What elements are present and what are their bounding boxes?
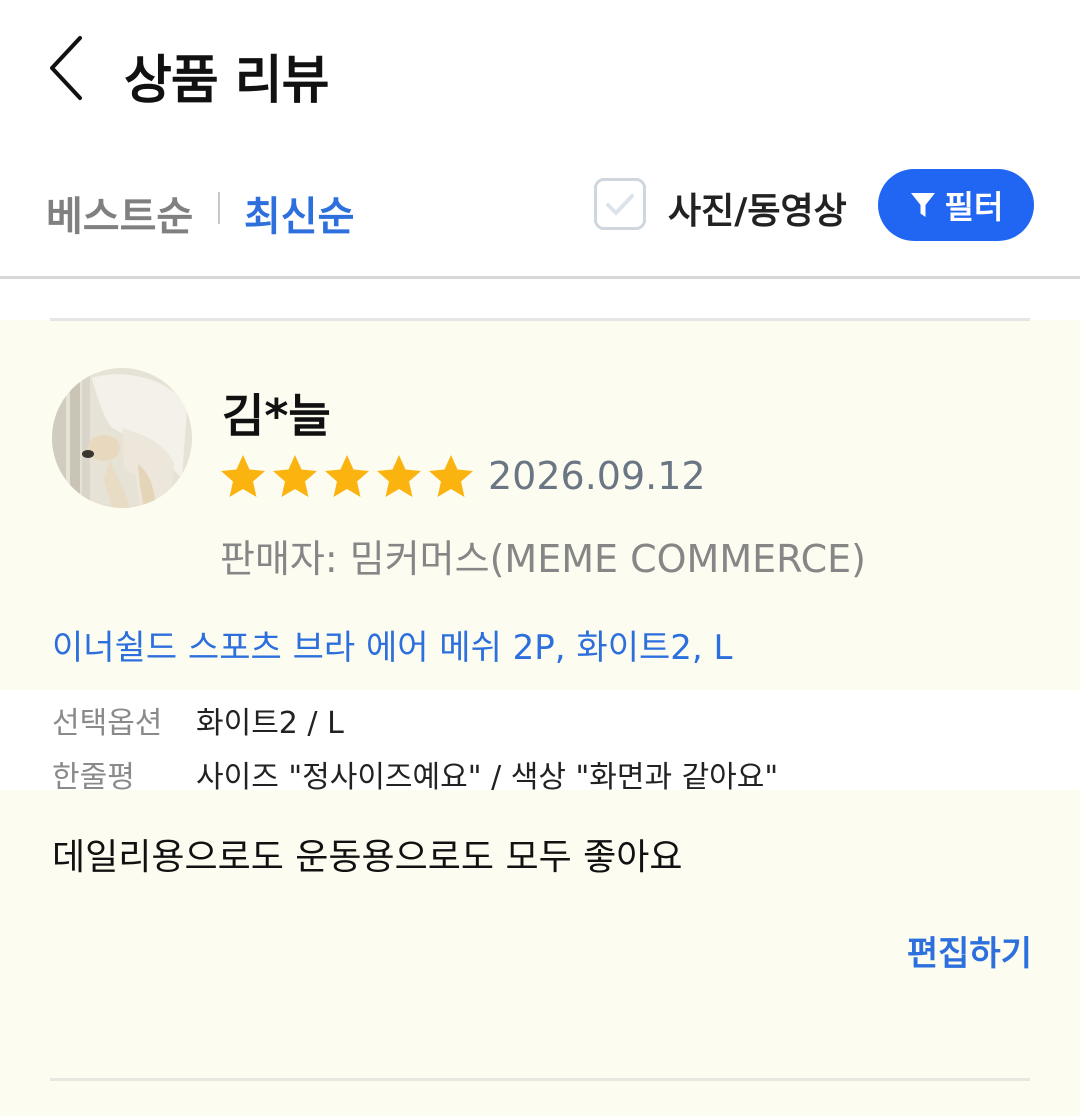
review-date: 2026.09.12 (488, 454, 706, 498)
star-icon (273, 455, 317, 497)
star-icon (325, 455, 369, 497)
review-divider-bottom (50, 1078, 1030, 1081)
star-icon (377, 455, 421, 497)
review-divider-top (50, 318, 1030, 321)
summary-label: 한줄평 (52, 760, 135, 795)
avatar-dog-image (52, 368, 192, 508)
option-value: 화이트2 / L (196, 706, 344, 741)
avatar (52, 368, 192, 508)
sort-best-tab[interactable]: 베스트순 (46, 184, 193, 242)
summary-value: 사이즈 "정사이즈예요" / 색상 "화면과 같아요" (196, 760, 779, 795)
back-button[interactable] (40, 30, 96, 106)
photo-video-label[interactable]: 사진/동영상 (668, 182, 847, 234)
option-label: 선택옵션 (52, 706, 163, 741)
filter-button-label: 필터 (944, 188, 1004, 226)
chevron-left-icon (50, 36, 82, 100)
page-title: 상품 리뷰 (124, 51, 329, 111)
star-icon (429, 455, 473, 497)
header: 상품 리뷰 (0, 0, 1080, 140)
sort-latest-tab[interactable]: 최신순 (244, 184, 354, 242)
reviewer-name: 김*늘 (222, 389, 331, 443)
sort-separator (218, 192, 220, 224)
filter-funnel-icon (910, 193, 935, 217)
product-name-link[interactable]: 이너쉴드 스포츠 브라 에어 메쉬 2P, 화이트2, L (52, 620, 732, 669)
seller-info: 판매자: 밈커머스(MEME COMMERCE) (220, 537, 867, 581)
star-rating (218, 452, 476, 502)
photo-video-checkbox[interactable] (594, 178, 646, 230)
star-icon (221, 455, 265, 497)
review-text: 데일리용으로도 운동용으로도 모두 좋아요 (52, 837, 683, 878)
filter-button[interactable]: 필터 (878, 169, 1034, 241)
edit-review-button[interactable]: 편집하기 (907, 926, 1032, 975)
check-icon (606, 194, 634, 215)
sort-filter-bar: 베스트순 최신순 사진/동영상 필터 (0, 140, 1080, 279)
